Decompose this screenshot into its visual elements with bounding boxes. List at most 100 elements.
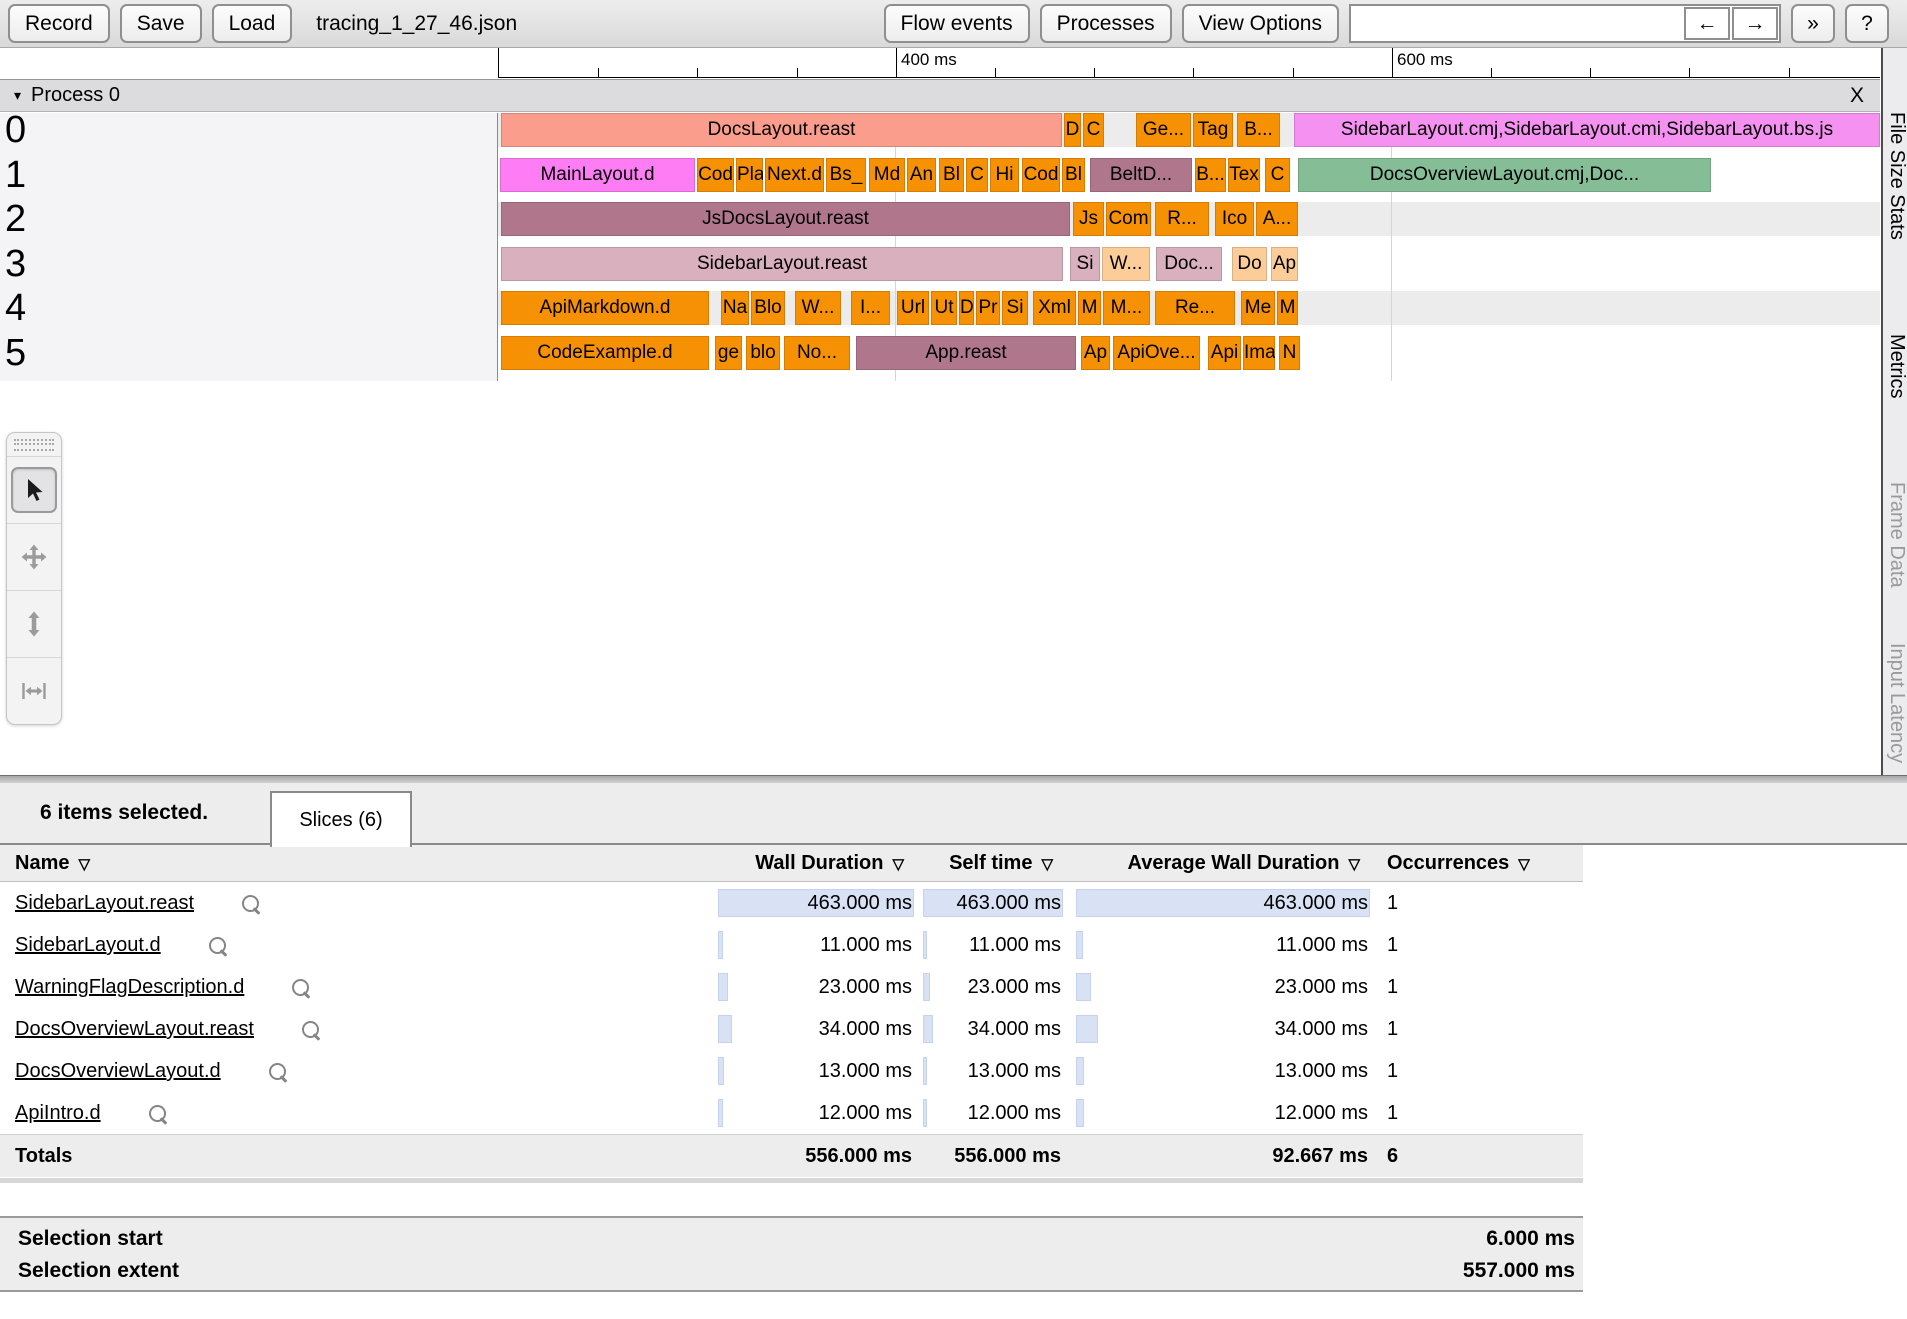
flame-track[interactable]: DocsLayout.reastDCGe...TagB...SidebarLay… xyxy=(498,113,1880,381)
magnifier-icon[interactable] xyxy=(149,1105,166,1122)
magnifier-icon[interactable] xyxy=(292,979,309,996)
trace-slice[interactable]: No... xyxy=(784,336,850,370)
trace-slice[interactable]: blo xyxy=(746,336,780,370)
sort-icon[interactable]: ▽ xyxy=(892,856,904,873)
sort-icon[interactable]: ▽ xyxy=(1518,856,1530,873)
search-input[interactable] xyxy=(1351,6,1683,41)
trace-slice[interactable]: C xyxy=(1265,158,1290,192)
trace-slice[interactable]: An xyxy=(907,158,936,192)
sidebar-tab[interactable]: Metrics xyxy=(1885,334,1907,398)
trace-slice[interactable]: Md xyxy=(869,158,905,192)
trace-slice[interactable]: DocsLayout.reast xyxy=(501,113,1062,147)
timing-tool-button[interactable] xyxy=(7,657,61,724)
column-header-self-time[interactable]: Self time▽ xyxy=(914,845,1063,883)
magnifier-icon[interactable] xyxy=(269,1063,286,1080)
trace-slice[interactable]: A... xyxy=(1256,202,1298,236)
column-header-average-wall-duration[interactable]: Average Wall Duration▽ xyxy=(1063,845,1370,883)
trace-slice[interactable]: Ut xyxy=(931,291,957,325)
trace-slice[interactable]: Url xyxy=(897,291,929,325)
trace-slice[interactable]: Api xyxy=(1208,336,1241,370)
trace-slice[interactable]: Blo xyxy=(751,291,785,325)
process-header[interactable]: ▾ Process 0 X xyxy=(0,79,1880,112)
trace-slice[interactable]: Next.d xyxy=(765,158,824,192)
trace-slice[interactable]: Xml xyxy=(1033,291,1076,325)
trace-slice[interactable]: Ap xyxy=(1081,336,1110,370)
trace-slice[interactable]: Pr xyxy=(976,291,1000,325)
trace-slice[interactable]: Bs_ xyxy=(826,158,866,192)
processes-button[interactable]: Processes xyxy=(1040,4,1172,43)
slice-name-link[interactable]: WarningFlagDescription.d xyxy=(15,966,244,1008)
trace-slice[interactable]: Js xyxy=(1073,202,1104,236)
trace-slice[interactable]: Na xyxy=(721,291,749,325)
trace-slice[interactable]: JsDocsLayout.reast xyxy=(501,202,1070,236)
trace-slice[interactable]: B... xyxy=(1195,158,1226,192)
trace-slice[interactable]: CodeExample.d xyxy=(501,336,709,370)
trace-slice[interactable]: SidebarLayout.cmj,SidebarLayout.cmi,Side… xyxy=(1294,113,1880,147)
trace-slice[interactable]: B... xyxy=(1237,113,1280,147)
trace-slice[interactable]: Do xyxy=(1232,247,1267,281)
selection-tool-button[interactable] xyxy=(7,456,61,523)
trace-slice[interactable]: Ap xyxy=(1271,247,1298,281)
trace-slice[interactable]: App.reast xyxy=(856,336,1076,370)
trace-slice[interactable]: SidebarLayout.reast xyxy=(501,247,1063,281)
tab-slices[interactable]: Slices (6) xyxy=(270,791,412,847)
trace-slice[interactable]: ApiOve... xyxy=(1113,336,1200,370)
trace-slice[interactable]: DocsOverviewLayout.cmj,Doc... xyxy=(1298,158,1711,192)
magnifier-icon[interactable] xyxy=(302,1021,319,1038)
trace-slice[interactable]: Hi xyxy=(990,158,1019,192)
trace-slice[interactable]: Me xyxy=(1241,291,1275,325)
slice-name-link[interactable]: DocsOverviewLayout.d xyxy=(15,1050,221,1092)
trace-slice[interactable]: W... xyxy=(1102,247,1150,281)
trace-slice[interactable]: ge xyxy=(715,336,742,370)
load-button[interactable]: Load xyxy=(212,4,293,43)
trace-slice[interactable]: Cod xyxy=(1022,158,1060,192)
trace-slice[interactable]: ApiMarkdown.d xyxy=(501,291,709,325)
find-previous-button[interactable]: ← xyxy=(1684,7,1730,40)
trace-slice[interactable]: Bl xyxy=(939,158,964,192)
trace-slice[interactable]: Tag xyxy=(1193,113,1233,147)
trace-slice[interactable]: Ge... xyxy=(1136,113,1191,147)
trace-slice[interactable]: M xyxy=(1078,291,1101,325)
magnifier-icon[interactable] xyxy=(209,937,226,954)
zoom-tool-button[interactable] xyxy=(7,590,61,657)
slice-name-link[interactable]: DocsOverviewLayout.reast xyxy=(15,1008,254,1050)
trace-slice[interactable]: Tex xyxy=(1228,158,1260,192)
trace-slice[interactable]: BeltD... xyxy=(1090,158,1192,192)
sidebar-tab[interactable]: File Size Stats xyxy=(1885,112,1907,240)
slice-name-link[interactable]: SidebarLayout.reast xyxy=(15,882,194,924)
trace-slice[interactable]: Doc... xyxy=(1156,247,1222,281)
trace-slice[interactable]: Si xyxy=(1002,291,1028,325)
trace-slice[interactable]: Ico xyxy=(1215,202,1254,236)
column-header-occurrences[interactable]: Occurrences▽ xyxy=(1370,845,1583,883)
trace-slice[interactable]: M... xyxy=(1103,291,1150,325)
trace-slice[interactable]: Ima xyxy=(1243,336,1275,370)
record-button[interactable]: Record xyxy=(8,4,110,43)
palette-grip-handle[interactable] xyxy=(14,439,54,451)
magnifier-icon[interactable] xyxy=(242,895,259,912)
trace-slice[interactable]: Pla xyxy=(736,158,763,192)
trace-slice[interactable]: Si xyxy=(1070,247,1100,281)
help-button[interactable]: ? xyxy=(1845,4,1889,43)
trace-slice[interactable]: N xyxy=(1279,336,1300,370)
trace-slice[interactable]: Cod xyxy=(697,158,734,192)
column-header-wall-duration[interactable]: Wall Duration▽ xyxy=(718,845,914,883)
trace-slice[interactable]: D xyxy=(1064,113,1081,147)
trace-slice[interactable]: Bl xyxy=(1062,158,1085,192)
close-process-button[interactable]: X xyxy=(1850,84,1864,108)
trace-slice[interactable]: W... xyxy=(795,291,841,325)
trace-slice[interactable]: D xyxy=(959,291,974,325)
trace-slice[interactable]: I... xyxy=(851,291,890,325)
save-button[interactable]: Save xyxy=(120,4,202,43)
sort-icon[interactable]: ▽ xyxy=(78,856,90,873)
trace-slice[interactable]: Com xyxy=(1106,202,1151,236)
trace-slice[interactable]: MainLayout.d xyxy=(500,158,695,192)
pan-tool-button[interactable] xyxy=(7,523,61,590)
trace-slice[interactable]: C xyxy=(966,158,988,192)
trace-slice[interactable]: Re... xyxy=(1155,291,1235,325)
more-options-button[interactable]: » xyxy=(1791,4,1835,43)
sort-icon[interactable]: ▽ xyxy=(1348,856,1360,873)
column-header-name[interactable]: Name▽ xyxy=(0,845,718,883)
flow-events-button[interactable]: Flow events xyxy=(884,4,1030,43)
collapse-caret-icon[interactable]: ▾ xyxy=(14,87,21,104)
slice-name-link[interactable]: SidebarLayout.d xyxy=(15,924,161,966)
